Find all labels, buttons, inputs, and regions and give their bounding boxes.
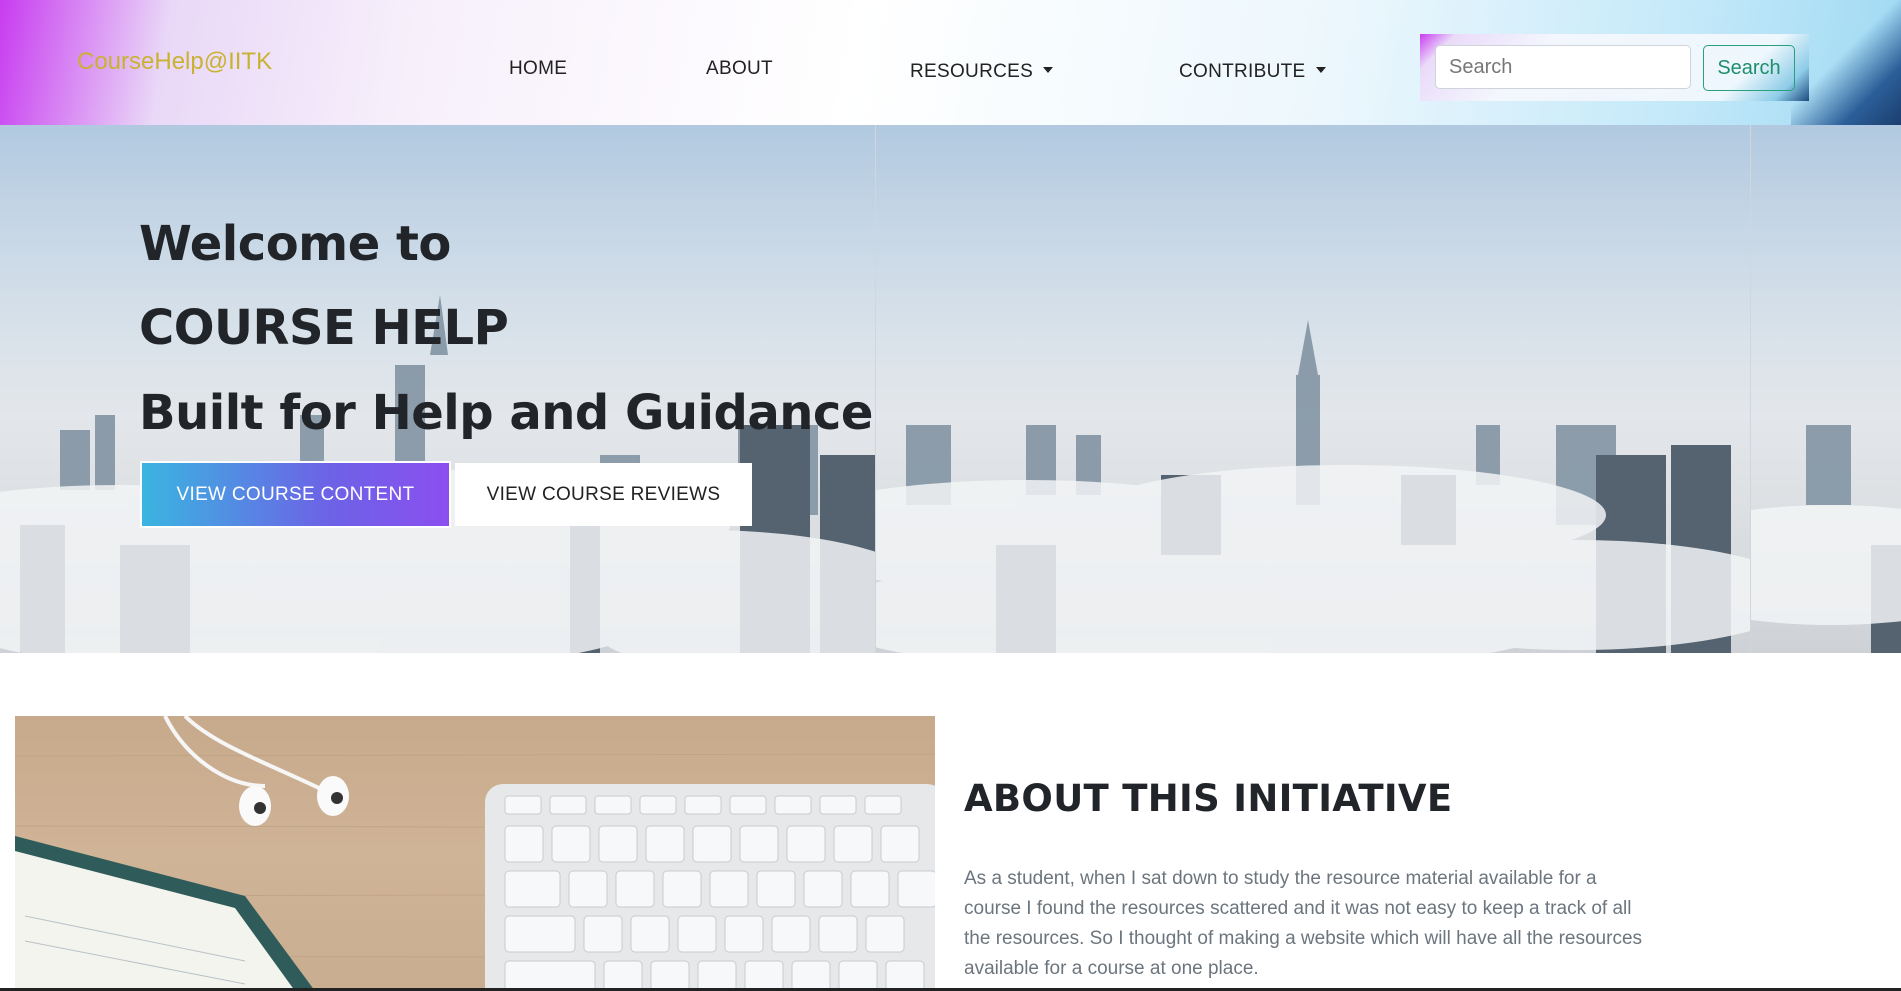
hero-heading-line-1: Welcome to	[139, 216, 451, 272]
view-course-content-button[interactable]: VIEW COURSE CONTENT	[142, 463, 449, 526]
city-skyline-illustration	[1751, 425, 1901, 653]
nav-resources-dropdown[interactable]: RESOURCES	[910, 61, 1054, 83]
nav-resources-label: RESOURCES	[910, 61, 1034, 82]
hero-section: Welcome to COURSE HELP Built for Help an…	[0, 125, 1901, 653]
nav-contribute-dropdown[interactable]: CONTRIBUTE	[1179, 61, 1326, 83]
hero-heading-line-2: COURSE HELP	[139, 300, 509, 356]
caret-down-icon	[1043, 66, 1054, 73]
navbar: CourseHelp@IITK HOME ABOUT RESOURCES CON…	[0, 0, 1901, 125]
search-input[interactable]	[1435, 45, 1691, 89]
about-description: As a student, when I sat down to study t…	[964, 868, 1643, 979]
hero-background-image	[1750, 125, 1901, 653]
city-skyline-illustration	[876, 320, 1751, 653]
nav-contribute-label: CONTRIBUTE	[1179, 61, 1306, 82]
brand-logo-link[interactable]: CourseHelp@IITK	[77, 48, 272, 76]
view-course-reviews-button[interactable]: VIEW COURSE REVIEWS	[455, 463, 752, 526]
hero-background-image	[875, 125, 1751, 653]
hero-heading-line-3: Built for Help and Guidance	[139, 385, 873, 441]
search-form: Search	[1420, 34, 1809, 101]
search-button[interactable]: Search	[1703, 45, 1795, 91]
nav-about-link[interactable]: ABOUT	[706, 58, 773, 80]
desk-keyboard-illustration	[15, 716, 935, 991]
nav-home-link[interactable]: HOME	[509, 58, 567, 80]
about-image	[15, 716, 935, 991]
caret-down-icon	[1315, 66, 1326, 73]
about-title: ABOUT THIS INITIATIVE	[964, 777, 1453, 820]
